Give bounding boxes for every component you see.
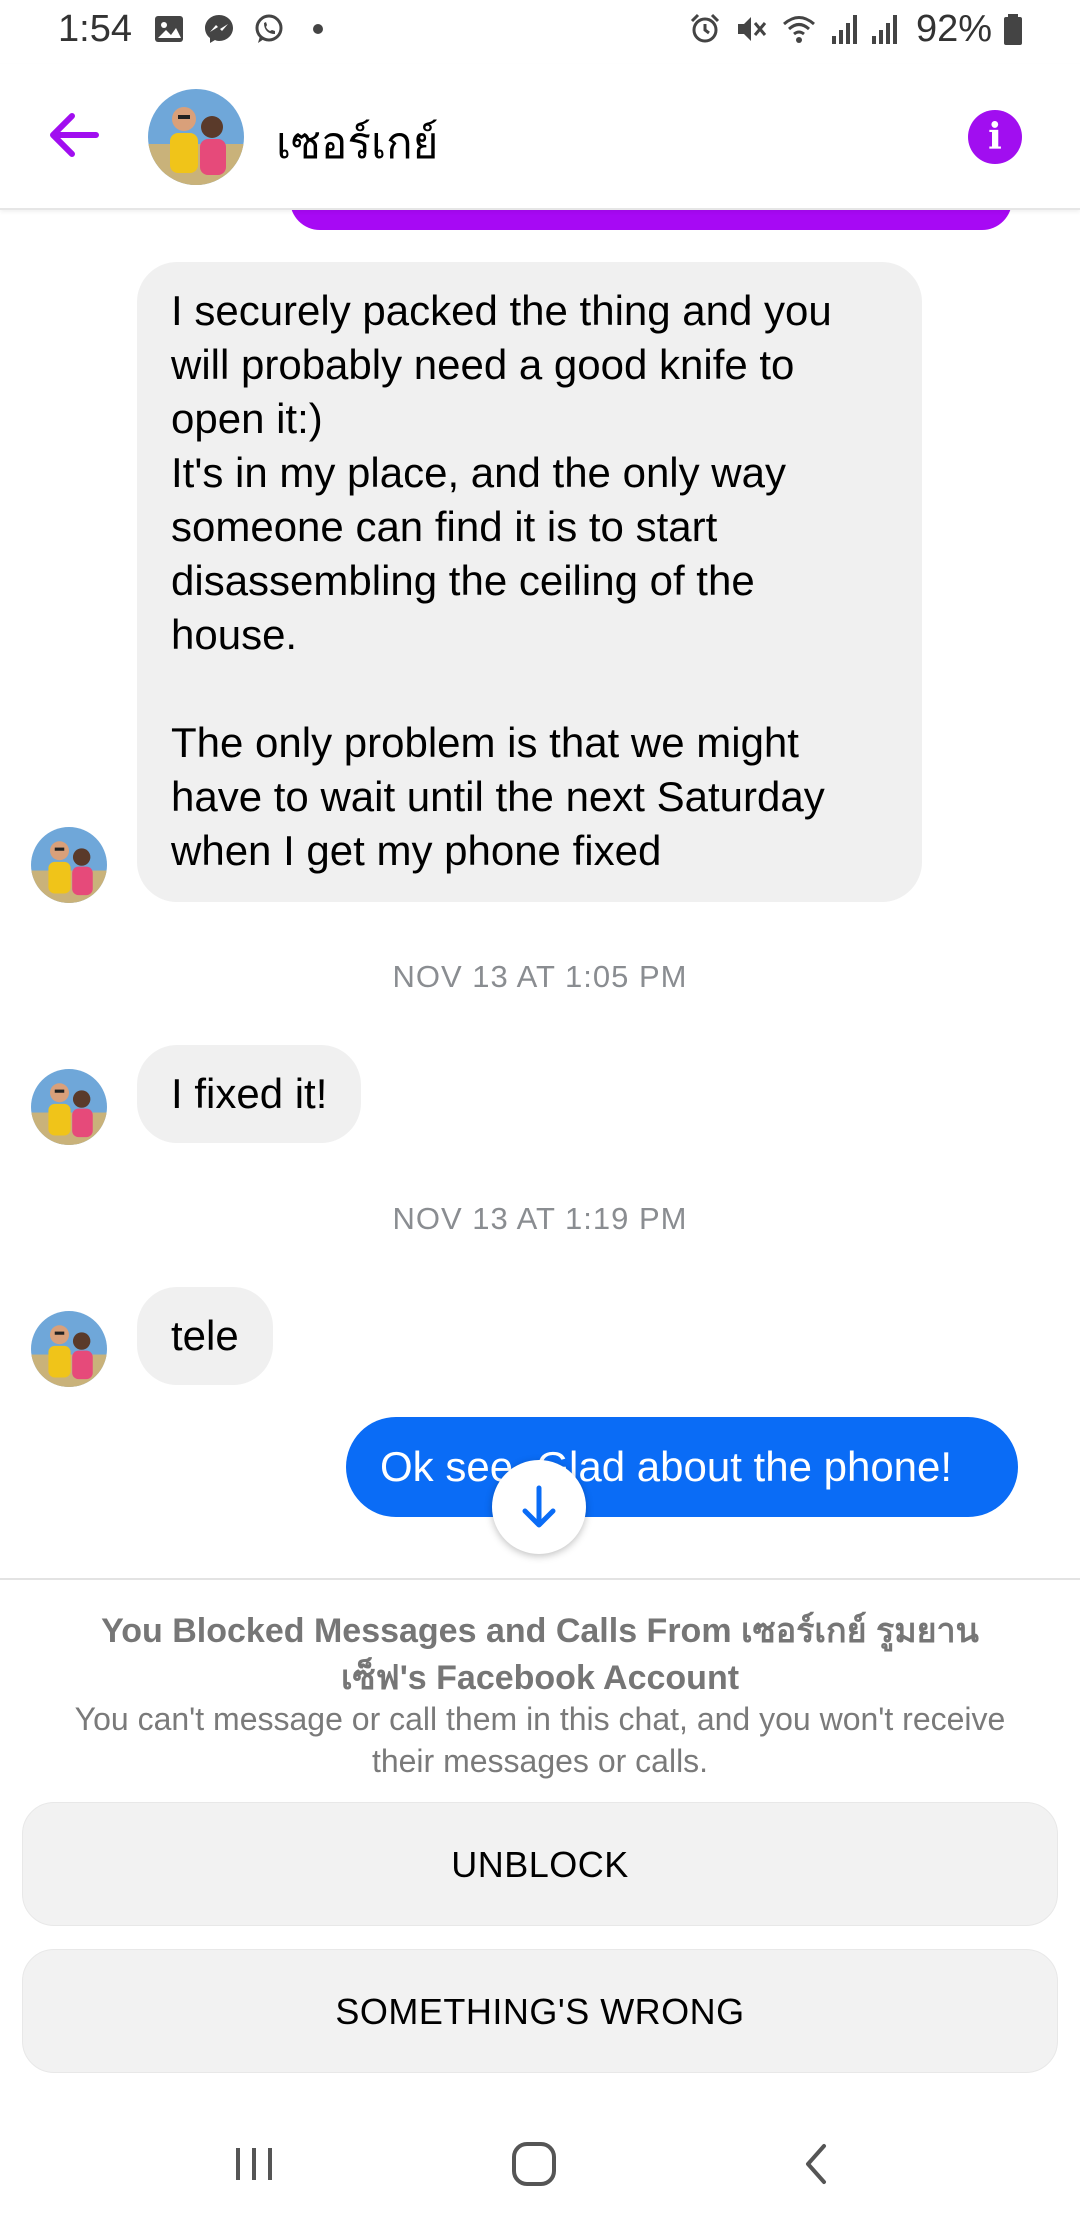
something-wrong-button[interactable]: SOMETHING'S WRONG bbox=[22, 1949, 1058, 2073]
message-line: open it:) bbox=[171, 395, 323, 442]
avatar[interactable] bbox=[148, 89, 244, 185]
gallery-icon bbox=[155, 16, 183, 42]
home-icon[interactable] bbox=[504, 2134, 564, 2194]
message-text: tele bbox=[171, 1312, 239, 1359]
message-line: will probably need a good knife to bbox=[171, 341, 795, 388]
status-bar: 1:54 92% bbox=[0, 0, 1080, 64]
blocked-subtitle: You can't message or call them in this c… bbox=[74, 1701, 1006, 1779]
dot-icon bbox=[313, 24, 323, 34]
message-line: when I get my phone fixed bbox=[171, 827, 662, 874]
message-line: I securely packed the thing and you bbox=[171, 287, 832, 334]
unblock-button[interactable]: UNBLOCK bbox=[22, 1802, 1058, 1926]
recent-apps-icon[interactable] bbox=[224, 2134, 284, 2194]
signal-icon bbox=[832, 15, 857, 44]
alarm-icon bbox=[690, 13, 720, 43]
messenger-icon bbox=[205, 15, 233, 43]
message-text: I fixed it! bbox=[171, 1070, 328, 1117]
outgoing-message-bubble[interactable]: Ok see. Glad about the phone! bbox=[346, 1417, 1018, 1517]
conversation-header: เซอร์เกย์ i bbox=[0, 64, 1080, 210]
message-line: It's in my place, and the only way bbox=[171, 449, 786, 496]
avatar[interactable] bbox=[31, 1069, 107, 1145]
whatsapp-icon bbox=[255, 14, 283, 43]
scroll-to-bottom-button[interactable] bbox=[492, 1460, 586, 1554]
contact-name[interactable]: เซอร์เกย์ bbox=[276, 108, 438, 178]
message-line: house. bbox=[171, 611, 298, 658]
battery-icon bbox=[1004, 14, 1022, 45]
avatar[interactable] bbox=[31, 827, 107, 903]
avatar[interactable] bbox=[31, 1311, 107, 1387]
system-nav-bar bbox=[0, 2098, 1080, 2220]
wifi-icon bbox=[783, 16, 815, 43]
incoming-message-bubble[interactable]: tele bbox=[137, 1287, 273, 1385]
status-time: 1:54 bbox=[58, 8, 132, 50]
mute-icon bbox=[738, 17, 767, 41]
message-text: Ok see. Glad about the phone! bbox=[380, 1443, 953, 1490]
battery-percent: 92% bbox=[916, 8, 993, 50]
message-line: someone can find it is to start bbox=[171, 503, 718, 550]
back-icon[interactable] bbox=[786, 2134, 846, 2194]
message-line: The only problem is that we might bbox=[171, 719, 799, 766]
arrow-down-icon bbox=[522, 1485, 556, 1528]
incoming-message-bubble[interactable]: I securely packed the thing and you will… bbox=[137, 262, 922, 902]
message-timestamp: NOV 13 AT 1:05 PM bbox=[392, 959, 688, 994]
blocked-notice: You Blocked Messages and Calls From เซอร… bbox=[0, 1578, 1080, 2098]
message-line: have to wait until the next Saturday bbox=[171, 773, 825, 820]
signal-icon bbox=[872, 15, 897, 44]
info-icon[interactable]: i bbox=[968, 110, 1022, 164]
blocked-title: You Blocked Messages and Calls From เซอร… bbox=[101, 1612, 979, 1697]
arrow-left-icon[interactable] bbox=[44, 104, 106, 166]
message-timestamp: NOV 13 AT 1:19 PM bbox=[392, 1201, 688, 1236]
incoming-message-bubble[interactable]: I fixed it! bbox=[137, 1045, 362, 1143]
message-line: disassembling the ceiling of the bbox=[171, 557, 755, 604]
